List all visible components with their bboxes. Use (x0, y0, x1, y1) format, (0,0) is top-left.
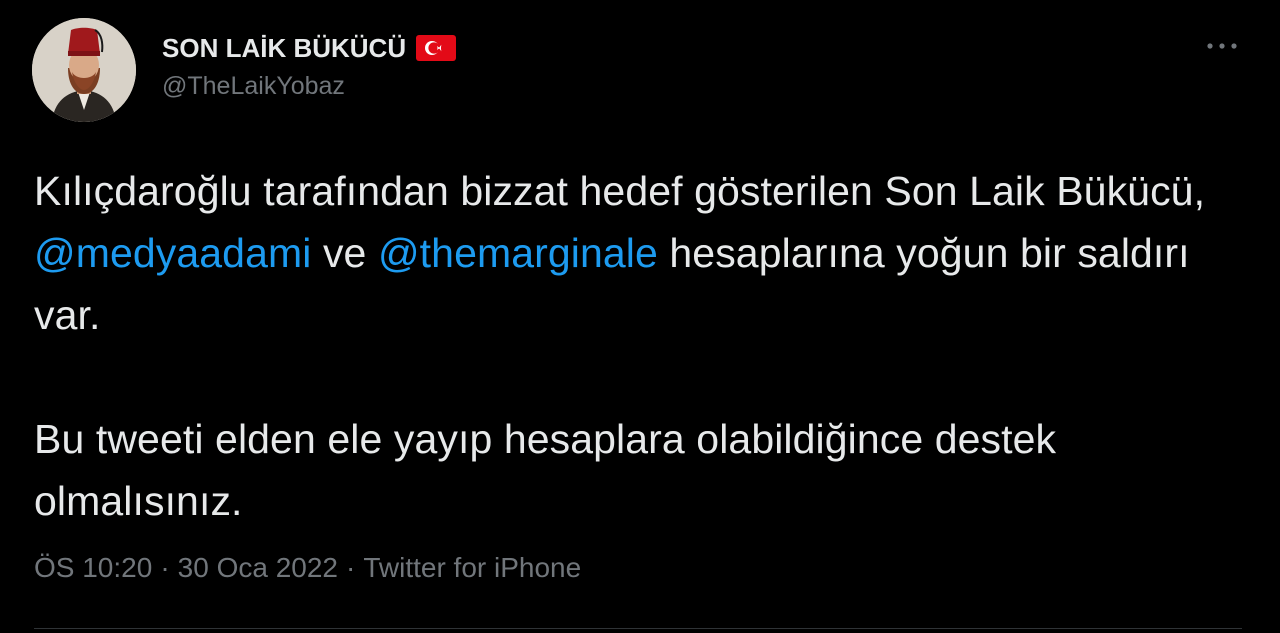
handle[interactable]: @TheLaikYobaz (162, 72, 456, 101)
profile-photo-icon (32, 18, 136, 122)
tweet-meta: ÖS 10:20 · 30 Oca 2022 · Twitter for iPh… (34, 552, 581, 584)
more-horizontal-icon (1207, 43, 1237, 49)
display-name[interactable]: SON LAİK BÜKÜCÜ (162, 33, 406, 64)
divider (34, 628, 1242, 629)
mention-link[interactable]: @themarginale (378, 230, 658, 276)
tweet: SON LAİK BÜKÜCÜ @TheLaikYobaz Kılıçdaroğ… (0, 0, 1280, 633)
mention-link[interactable]: @medyaadami (34, 230, 311, 276)
tweet-text: Kılıçdaroğlu tarafından bizzat hedef gös… (34, 160, 1254, 532)
more-button[interactable] (1202, 30, 1242, 62)
meta-separator: · (345, 552, 356, 583)
tweet-paragraph-2: Bu tweeti elden ele yayıp hesaplara olab… (34, 416, 1057, 524)
tweet-date[interactable]: 30 Oca 2022 (178, 552, 338, 584)
tweet-time[interactable]: ÖS 10:20 (34, 552, 152, 584)
tweet-source[interactable]: Twitter for iPhone (363, 552, 581, 584)
tweet-paragraph-1: Kılıçdaroğlu tarafından bizzat hedef gös… (34, 160, 1254, 346)
text-segment: Kılıçdaroğlu tarafından bizzat hedef gös… (34, 168, 1206, 214)
meta-separator: · (160, 552, 170, 583)
display-name-row: SON LAİK BÜKÜCÜ (162, 30, 457, 66)
avatar[interactable] (32, 18, 136, 122)
text-segment: ve (311, 230, 378, 276)
turkey-flag-icon (416, 35, 457, 61)
author-names: SON LAİK BÜKÜCÜ @TheLaikYobaz (162, 30, 457, 101)
